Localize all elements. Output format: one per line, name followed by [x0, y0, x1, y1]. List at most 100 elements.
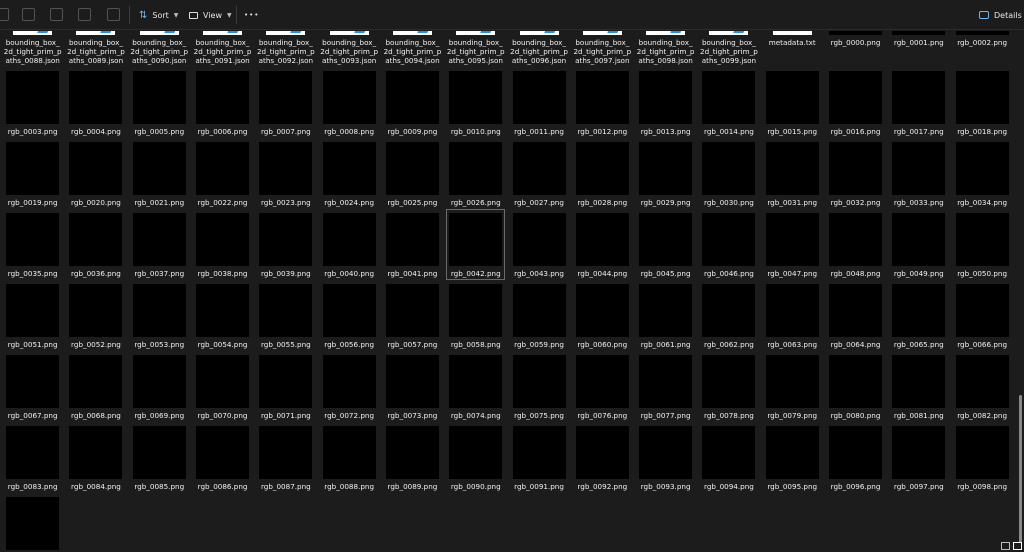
file-item[interactable]: rgb_0097.png [889, 422, 948, 493]
sort-button[interactable]: ⇅ Sort ▼ [139, 7, 178, 23]
file-item[interactable]: rgb_0066.png [952, 280, 1011, 351]
vertical-scrollbar[interactable] [1019, 395, 1022, 543]
file-item[interactable]: rgb_0001.png [889, 31, 948, 67]
file-item[interactable]: rgb_0079.png [763, 351, 822, 422]
file-item[interactable]: bounding_box_2d_tight_prim_paths_0092.js… [256, 31, 315, 67]
file-item[interactable]: rgb_0059.png [509, 280, 568, 351]
file-item[interactable]: rgb_0060.png [573, 280, 632, 351]
file-item[interactable]: rgb_0018.png [952, 67, 1011, 138]
file-item[interactable]: rgb_0007.png [256, 67, 315, 138]
file-item[interactable]: rgb_0078.png [699, 351, 758, 422]
file-item[interactable]: rgb_0054.png [193, 280, 252, 351]
file-item[interactable]: rgb_0000.png [826, 31, 885, 67]
file-item[interactable]: rgb_0058.png [446, 280, 505, 351]
file-item[interactable]: bounding_box_2d_tight_prim_paths_0088.js… [3, 31, 62, 67]
file-item[interactable]: rgb_0033.png [889, 138, 948, 209]
file-item[interactable]: rgb_0065.png [889, 280, 948, 351]
file-item[interactable]: bounding_box_2d_tight_prim_paths_0098.js… [636, 31, 695, 67]
file-item[interactable]: rgb_0089.png [383, 422, 442, 493]
file-item[interactable]: rgb_0034.png [952, 138, 1011, 209]
file-item[interactable]: rgb_0002.png [952, 31, 1011, 67]
file-item[interactable]: rgb_0099.png [3, 493, 62, 552]
file-item[interactable]: rgb_0021.png [130, 138, 189, 209]
file-item[interactable]: rgb_0098.png [952, 422, 1011, 493]
file-item[interactable]: rgb_0025.png [383, 138, 442, 209]
file-item[interactable]: rgb_0014.png [699, 67, 758, 138]
file-item[interactable]: rgb_0037.png [130, 209, 189, 280]
details-button[interactable]: Details [979, 7, 1022, 23]
share-icon[interactable] [78, 8, 91, 21]
file-item[interactable]: rgb_0046.png [699, 209, 758, 280]
file-item[interactable]: rgb_0087.png [256, 422, 315, 493]
file-item[interactable]: rgb_0015.png [763, 67, 822, 138]
file-item[interactable]: rgb_0067.png [3, 351, 62, 422]
file-item[interactable]: bounding_box_2d_tight_prim_paths_0093.js… [319, 31, 378, 67]
file-item[interactable]: rgb_0048.png [826, 209, 885, 280]
file-item[interactable]: rgb_0056.png [319, 280, 378, 351]
file-item[interactable]: rgb_0068.png [66, 351, 125, 422]
view-button[interactable]: View ▼ [189, 7, 232, 23]
file-item[interactable]: rgb_0026.png [446, 138, 505, 209]
file-item[interactable]: rgb_0053.png [130, 280, 189, 351]
file-item[interactable]: rgb_0016.png [826, 67, 885, 138]
rename-icon[interactable] [50, 8, 63, 21]
file-item[interactable]: rgb_0062.png [699, 280, 758, 351]
file-item[interactable]: rgb_0027.png [509, 138, 568, 209]
file-item[interactable]: rgb_0049.png [889, 209, 948, 280]
file-item[interactable]: rgb_0040.png [319, 209, 378, 280]
file-item[interactable]: rgb_0043.png [509, 209, 568, 280]
copy-icon[interactable] [22, 8, 35, 21]
file-item[interactable]: rgb_0057.png [383, 280, 442, 351]
file-item[interactable]: rgb_0024.png [319, 138, 378, 209]
file-item[interactable]: rgb_0069.png [130, 351, 189, 422]
file-item[interactable]: rgb_0084.png [66, 422, 125, 493]
file-item[interactable]: rgb_0006.png [193, 67, 252, 138]
file-item[interactable]: rgb_0003.png [3, 67, 62, 138]
file-item[interactable]: rgb_0041.png [383, 209, 442, 280]
file-item[interactable]: rgb_0029.png [636, 138, 695, 209]
file-item[interactable]: rgb_0017.png [889, 67, 948, 138]
file-item[interactable]: rgb_0022.png [193, 138, 252, 209]
file-item[interactable]: bounding_box_2d_tight_prim_paths_0089.js… [66, 31, 125, 67]
file-item[interactable]: rgb_0008.png [319, 67, 378, 138]
file-item[interactable]: rgb_0088.png [319, 422, 378, 493]
file-item[interactable]: rgb_0070.png [193, 351, 252, 422]
file-item[interactable]: bounding_box_2d_tight_prim_paths_0090.js… [130, 31, 189, 67]
file-item[interactable]: rgb_0071.png [256, 351, 315, 422]
file-item[interactable]: rgb_0019.png [3, 138, 62, 209]
file-item[interactable]: bounding_box_2d_tight_prim_paths_0094.js… [383, 31, 442, 67]
file-item[interactable]: metadata.txt [763, 31, 822, 67]
file-item[interactable]: rgb_0004.png [66, 67, 125, 138]
delete-icon[interactable] [107, 8, 120, 21]
file-item[interactable]: bounding_box_2d_tight_prim_paths_0099.js… [699, 31, 758, 67]
file-item[interactable]: rgb_0045.png [636, 209, 695, 280]
file-item[interactable]: rgb_0038.png [193, 209, 252, 280]
file-item[interactable]: rgb_0044.png [573, 209, 632, 280]
file-item[interactable]: rgb_0051.png [3, 280, 62, 351]
file-item[interactable]: rgb_0063.png [763, 280, 822, 351]
file-item[interactable]: rgb_0028.png [573, 138, 632, 209]
file-item[interactable]: bounding_box_2d_tight_prim_paths_0096.js… [509, 31, 568, 67]
file-item[interactable]: rgb_0005.png [130, 67, 189, 138]
file-item[interactable]: rgb_0011.png [509, 67, 568, 138]
large-icons-view-toggle-icon[interactable] [1013, 542, 1022, 550]
file-item[interactable]: rgb_0072.png [319, 351, 378, 422]
file-item[interactable]: rgb_0064.png [826, 280, 885, 351]
file-item[interactable]: rgb_0076.png [573, 351, 632, 422]
file-item[interactable]: rgb_0073.png [383, 351, 442, 422]
file-item[interactable]: bounding_box_2d_tight_prim_paths_0091.js… [193, 31, 252, 67]
file-item[interactable]: rgb_0036.png [66, 209, 125, 280]
file-item[interactable]: rgb_0013.png [636, 67, 695, 138]
file-item[interactable]: rgb_0035.png [3, 209, 62, 280]
file-item[interactable]: rgb_0093.png [636, 422, 695, 493]
file-item[interactable]: rgb_0023.png [256, 138, 315, 209]
file-item[interactable]: rgb_0031.png [763, 138, 822, 209]
file-item[interactable]: rgb_0055.png [256, 280, 315, 351]
file-item[interactable]: rgb_0092.png [573, 422, 632, 493]
file-item[interactable]: rgb_0050.png [952, 209, 1011, 280]
file-item[interactable]: rgb_0083.png [3, 422, 62, 493]
more-options-button[interactable]: ••• [244, 7, 259, 23]
file-item[interactable]: rgb_0047.png [763, 209, 822, 280]
file-item[interactable]: rgb_0020.png [66, 138, 125, 209]
file-item[interactable]: bounding_box_2d_tight_prim_paths_0097.js… [573, 31, 632, 67]
